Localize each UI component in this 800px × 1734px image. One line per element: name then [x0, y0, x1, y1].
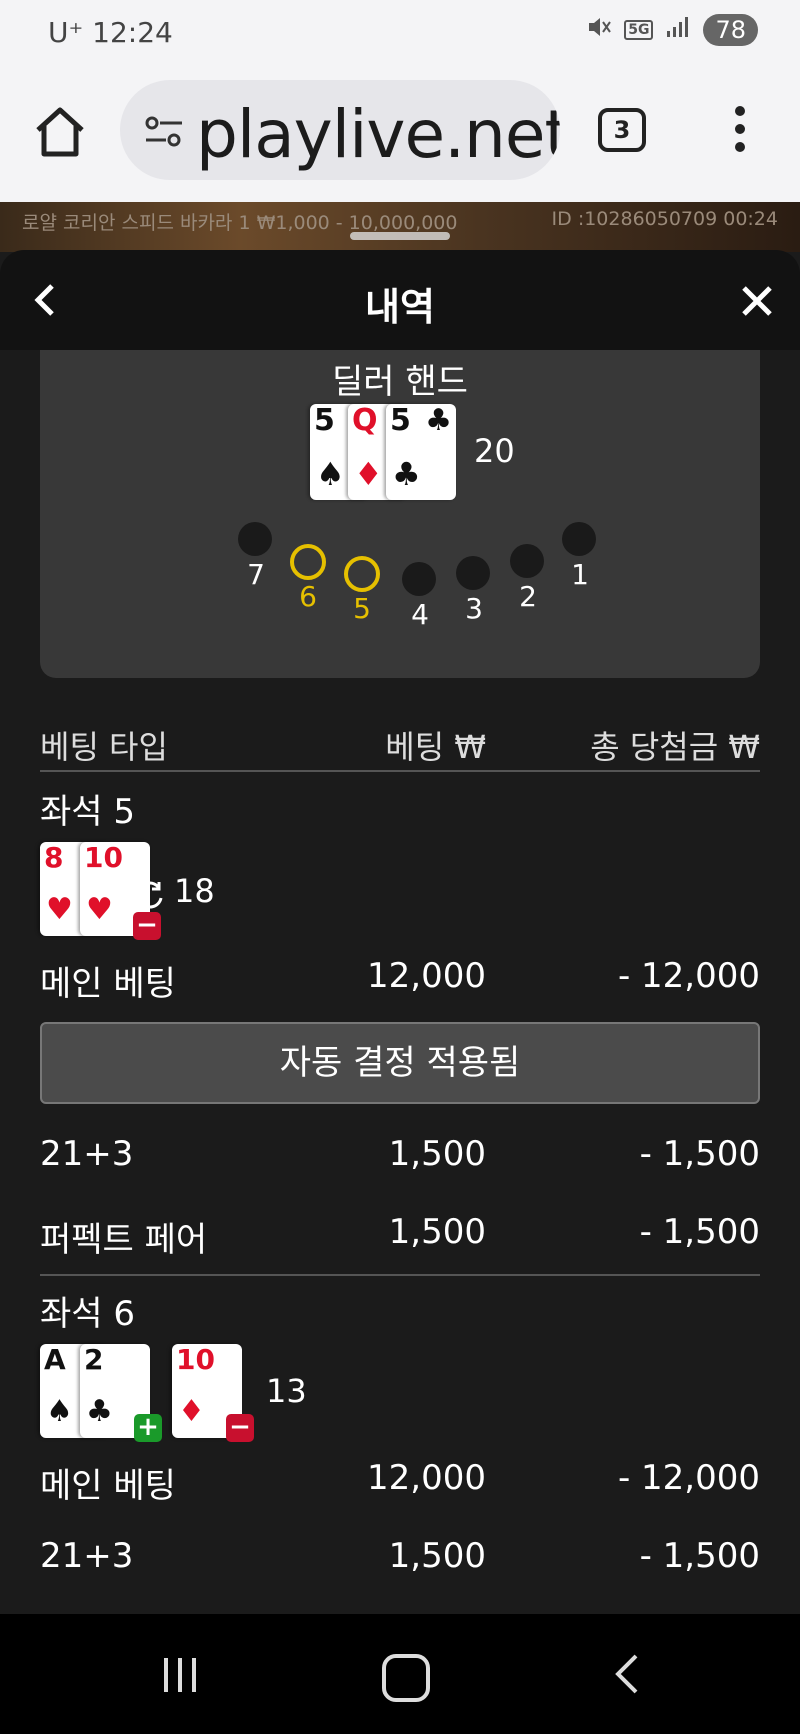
- seat-6-213-row: 21+3 1,500 - 1,500: [40, 1536, 760, 1582]
- card-suit: ♥: [86, 891, 113, 927]
- card-suit: ♣: [86, 1393, 113, 1429]
- playing-card: 5 ♣ ♣: [386, 404, 456, 500]
- history-panel-header: 내역: [0, 250, 800, 350]
- seat-marker: [402, 562, 436, 596]
- seat-number: 5: [353, 592, 371, 625]
- bet-type: 21+3: [40, 1536, 134, 1576]
- card-suit: ♣: [392, 454, 421, 493]
- seat-number: 4: [411, 598, 429, 631]
- win-amount: - 12,000: [617, 1458, 760, 1498]
- seat-6-total: 13: [266, 1372, 307, 1410]
- bet-type: 퍼펙트 페어: [40, 1220, 208, 1260]
- swap-icon: [137, 881, 163, 909]
- card-suit: ♦: [178, 1393, 205, 1429]
- more-menu-icon[interactable]: [730, 106, 750, 156]
- seat-divider: [40, 1274, 760, 1276]
- url-text: playlive.net: [196, 96, 560, 173]
- bet-table-header: 베팅 타입 베팅 ₩ 총 당첨금 ₩: [40, 722, 760, 772]
- game-info-banner: 로얄 코리안 스피드 바카라 1 ₩1,000 - 10,000,000 ID …: [0, 202, 800, 252]
- header-bet-type: 베팅 타입: [40, 728, 168, 766]
- bet-amount: 12,000: [367, 1458, 486, 1498]
- seat-marker: [562, 522, 596, 556]
- seat-marker: [510, 544, 544, 578]
- home-icon: [36, 107, 84, 157]
- network-5g-icon: 5G: [624, 20, 654, 40]
- seat-marker: [290, 544, 326, 580]
- card-rank: A: [44, 1344, 66, 1376]
- card-rank: 5: [314, 404, 335, 438]
- win-amount: - 12,000: [617, 956, 760, 996]
- seat-5-total: 18: [174, 872, 215, 910]
- bet-amount: 1,500: [388, 1536, 486, 1576]
- dealer-hand-box: 딜러 핸드 5 ♠ Q ♦ 5 ♣ ♣ 20 7654321: [40, 350, 760, 678]
- browser-toolbar: playlive.net 3: [0, 62, 800, 203]
- game-id-text: ID :10286050709 00:24: [551, 208, 778, 230]
- status-bar: U⁺ 12:24 5G 78: [0, 0, 800, 62]
- minus-badge-icon: −: [133, 912, 161, 940]
- recents-icon[interactable]: [160, 1656, 200, 1694]
- card-rank: 10: [84, 842, 123, 874]
- seat-number: 2: [519, 580, 537, 613]
- drag-handle[interactable]: [350, 232, 450, 240]
- card-suit: ♦: [354, 454, 383, 493]
- card-suit: ♠: [46, 1393, 73, 1429]
- signal-icon: [665, 15, 691, 45]
- seat-number: 3: [465, 592, 483, 625]
- auto-decision-button[interactable]: 자동 결정 적용됨: [40, 1022, 760, 1104]
- dealer-total: 20: [474, 432, 515, 470]
- mute-icon: [586, 14, 612, 46]
- address-bar[interactable]: playlive.net: [120, 80, 560, 180]
- bet-type: 메인 베팅: [40, 964, 176, 1004]
- system-nav-bar: [0, 1614, 800, 1734]
- minus-badge-icon: −: [226, 1414, 254, 1442]
- card-rank: Q: [352, 404, 378, 438]
- back-nav-icon[interactable]: [612, 1652, 642, 1696]
- seat-5-perfect-pair-row: 퍼펙트 페어 1,500 - 1,500: [40, 1212, 760, 1260]
- seat-6-label: 좌석 6: [40, 1294, 135, 1334]
- bet-amount: 1,500: [388, 1134, 486, 1174]
- bet-amount: 12,000: [367, 956, 486, 996]
- card-suit: ♥: [46, 891, 73, 927]
- site-settings-icon[interactable]: [142, 114, 186, 150]
- bet-amount: 1,500: [388, 1212, 486, 1252]
- card-rank: 10: [176, 1344, 215, 1376]
- seat-number: 7: [247, 558, 265, 591]
- card-corner-suit: ♣: [425, 404, 452, 438]
- status-carrier-time: U⁺ 12:24: [48, 16, 173, 49]
- seat-marker: [238, 522, 272, 556]
- card-rank: 8: [44, 842, 64, 874]
- seat-marker: [456, 556, 490, 590]
- header-total-win: 총 당첨금 ₩: [590, 728, 760, 766]
- card-rank: 2: [84, 1344, 104, 1376]
- history-content[interactable]: 딜러 핸드 5 ♠ Q ♦ 5 ♣ ♣ 20 7654321 베팅 타입 베팅 ₩ 총 당첨…: [0, 350, 800, 1614]
- bet-type: 메인 베팅: [40, 1466, 176, 1506]
- win-amount: - 1,500: [639, 1536, 760, 1576]
- header-bet-amount: 베팅 ₩: [385, 728, 486, 766]
- game-limits-text: 로얄 코리안 스피드 바카라 1 ₩1,000 - 10,000,000: [22, 212, 458, 234]
- panel-title: 내역: [365, 285, 435, 329]
- tab-switcher-button[interactable]: 3: [598, 108, 646, 152]
- seat-number: 6: [299, 580, 317, 613]
- seat-number: 1: [571, 558, 589, 591]
- seat-marker: [344, 556, 380, 592]
- home-nav-icon[interactable]: [382, 1654, 430, 1702]
- seat-5-213-row: 21+3 1,500 - 1,500: [40, 1134, 760, 1180]
- card-rank: 5: [390, 404, 411, 438]
- seat-6-main-bet-row: 메인 베팅 12,000 - 12,000: [40, 1458, 760, 1506]
- status-icons: 5G 78: [586, 14, 758, 46]
- card-suit: ♠: [316, 454, 345, 493]
- win-amount: - 1,500: [639, 1134, 760, 1174]
- bet-type: 21+3: [40, 1134, 134, 1174]
- home-button[interactable]: [30, 102, 90, 162]
- plus-badge-icon: +: [134, 1414, 162, 1442]
- dealer-hand-title: 딜러 핸드: [332, 362, 468, 402]
- close-icon[interactable]: [740, 284, 774, 318]
- battery-indicator: 78: [703, 14, 758, 46]
- seat-5-main-bet-row: 메인 베팅 12,000 - 12,000: [40, 956, 760, 1004]
- seat-5-label: 좌석 5: [40, 792, 135, 832]
- win-amount: - 1,500: [639, 1212, 760, 1252]
